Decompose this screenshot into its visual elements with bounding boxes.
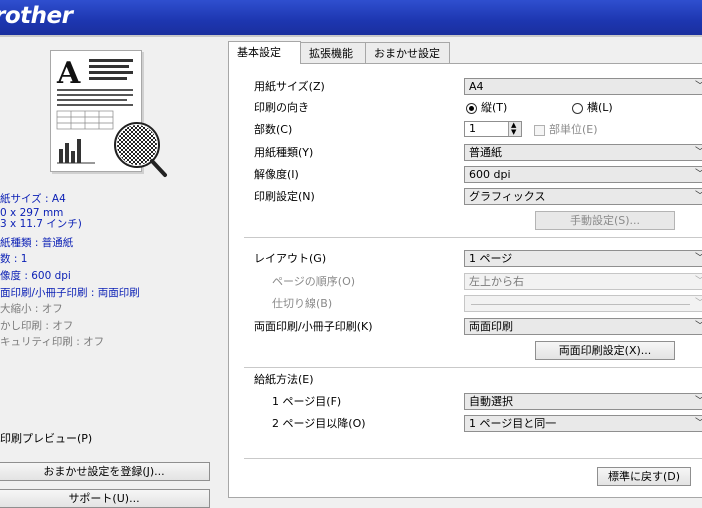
media-type-value: 普通紙 bbox=[469, 146, 502, 159]
page-order-value: 左上から右 bbox=[469, 275, 524, 288]
stepper-down-icon[interactable]: ▼ bbox=[511, 129, 516, 136]
print-settings-select[interactable]: グラフィックス ﹀ bbox=[464, 188, 702, 205]
copies-stepper[interactable]: 1 ▲ ▼ bbox=[464, 121, 522, 137]
media-type-select[interactable]: 普通紙 ﹀ bbox=[464, 144, 702, 161]
first-page-label: 1 ページ目(F) bbox=[272, 395, 342, 408]
manual-settings-button[interactable]: 手動設定(S)... bbox=[535, 211, 675, 230]
chevron-down-icon: ﹀ bbox=[695, 319, 702, 334]
chevron-down-icon: ﹀ bbox=[695, 79, 702, 94]
tab-advanced[interactable]: 拡張機能 bbox=[300, 42, 366, 63]
summary-line: 大縮小 : オフ bbox=[0, 303, 63, 315]
paper-source-label: 給紙方法(E) bbox=[254, 373, 314, 386]
landscape-radio[interactable] bbox=[572, 103, 583, 114]
tab-basic[interactable]: 基本設定 bbox=[228, 41, 301, 64]
summary-line: 像度 : 600 dpi bbox=[0, 270, 71, 282]
document-preview-icon: A bbox=[56, 56, 167, 177]
page-order-select[interactable]: 左上から右 ﹀ bbox=[464, 273, 702, 290]
collate-checkbox[interactable] bbox=[534, 125, 545, 136]
layout-value: 1 ページ bbox=[469, 252, 513, 265]
summary-line: 数 : 1 bbox=[0, 253, 28, 265]
chevron-down-icon: ﹀ bbox=[695, 394, 702, 409]
first-page-source-select[interactable]: 自動選択 ﹀ bbox=[464, 393, 702, 410]
svg-text:A: A bbox=[56, 56, 81, 91]
layout-label: レイアウト(G) bbox=[254, 252, 327, 265]
page-preview-image: A bbox=[50, 50, 167, 177]
duplex-value: 両面印刷 bbox=[469, 320, 513, 333]
border-line-label: 仕切り線(B) bbox=[272, 297, 333, 310]
chevron-down-icon: ﹀ bbox=[695, 296, 702, 311]
register-custom-settings-button[interactable]: おまかせ設定を登録(J)... bbox=[0, 462, 210, 481]
summary-line: かし印刷 : オフ bbox=[0, 320, 74, 332]
media-type-label: 用紙種類(Y) bbox=[254, 146, 314, 159]
other-pages-label: 2 ページ目以降(O) bbox=[272, 417, 366, 430]
portrait-radio[interactable] bbox=[466, 103, 477, 114]
chevron-down-icon: ﹀ bbox=[695, 416, 702, 431]
chevron-down-icon: ﹀ bbox=[695, 167, 702, 182]
landscape-label[interactable]: 横(L) bbox=[587, 101, 613, 115]
section-divider bbox=[244, 237, 702, 238]
summary-line: キュリティ印刷 : オフ bbox=[0, 336, 105, 348]
border-line-select[interactable]: ﹀ bbox=[464, 295, 702, 312]
orientation-label: 印刷の向き bbox=[254, 101, 309, 114]
duplex-select[interactable]: 両面印刷 ﹀ bbox=[464, 318, 702, 335]
paper-size-value: A4 bbox=[469, 80, 484, 93]
brand-header: rother bbox=[0, 0, 702, 35]
section-divider bbox=[244, 367, 702, 368]
page-order-label: ページの順序(O) bbox=[272, 275, 356, 288]
resolution-label: 解像度(I) bbox=[254, 168, 299, 181]
layout-select[interactable]: 1 ページ ﹀ bbox=[464, 250, 702, 267]
support-button[interactable]: サポート(U)... bbox=[0, 489, 210, 508]
copies-value: 1 bbox=[469, 122, 476, 135]
copies-label: 部数(C) bbox=[254, 123, 293, 136]
print-settings-label: 印刷設定(N) bbox=[254, 190, 315, 203]
header-divider bbox=[0, 35, 702, 37]
chevron-down-icon: ﹀ bbox=[695, 189, 702, 204]
tab-profiles[interactable]: おまかせ設定 bbox=[365, 42, 450, 63]
duplex-label: 両面印刷/小冊子印刷(K) bbox=[254, 320, 373, 333]
paper-size-select[interactable]: A4 ﹀ bbox=[464, 78, 702, 95]
summary-line: 紙種類 : 普通紙 bbox=[0, 237, 74, 249]
portrait-label[interactable]: 縦(T) bbox=[481, 101, 507, 115]
basic-settings-panel: 用紙サイズ(Z) A4 ﹀ 印刷の向き 縦(T) 横(L) 部数(C) 1 ▲ … bbox=[228, 63, 702, 498]
stepper-buttons[interactable]: ▲ ▼ bbox=[508, 122, 521, 136]
print-settings-value: グラフィックス bbox=[469, 190, 546, 203]
print-preview-label[interactable]: 印刷プレビュー(P) bbox=[0, 432, 92, 446]
other-pages-source-value: 1 ページ目と同一 bbox=[469, 417, 557, 430]
duplex-settings-button[interactable]: 両面印刷設定(X)... bbox=[535, 341, 675, 360]
summary-line: 紙サイズ : A4 bbox=[0, 193, 66, 205]
chevron-down-icon: ﹀ bbox=[695, 251, 702, 266]
section-divider bbox=[244, 458, 702, 459]
other-pages-source-select[interactable]: 1 ページ目と同一 ﹀ bbox=[464, 415, 702, 432]
summary-line: 面印刷/小冊子印刷 : 両面印刷 bbox=[0, 287, 140, 299]
resolution-value: 600 dpi bbox=[469, 168, 511, 181]
brand-logo: rother bbox=[0, 3, 73, 29]
resolution-select[interactable]: 600 dpi ﹀ bbox=[464, 166, 702, 183]
restore-default-button[interactable]: 標準に戻す(D) bbox=[597, 467, 691, 486]
first-page-source-value: 自動選択 bbox=[469, 395, 513, 408]
chevron-down-icon: ﹀ bbox=[695, 145, 702, 160]
line-style-preview bbox=[471, 304, 690, 305]
collate-label[interactable]: 部単位(E) bbox=[549, 123, 598, 137]
chevron-down-icon: ﹀ bbox=[695, 274, 702, 289]
summary-line: 3 x 11.7 インチ) bbox=[0, 218, 82, 230]
paper-size-label: 用紙サイズ(Z) bbox=[254, 80, 325, 93]
